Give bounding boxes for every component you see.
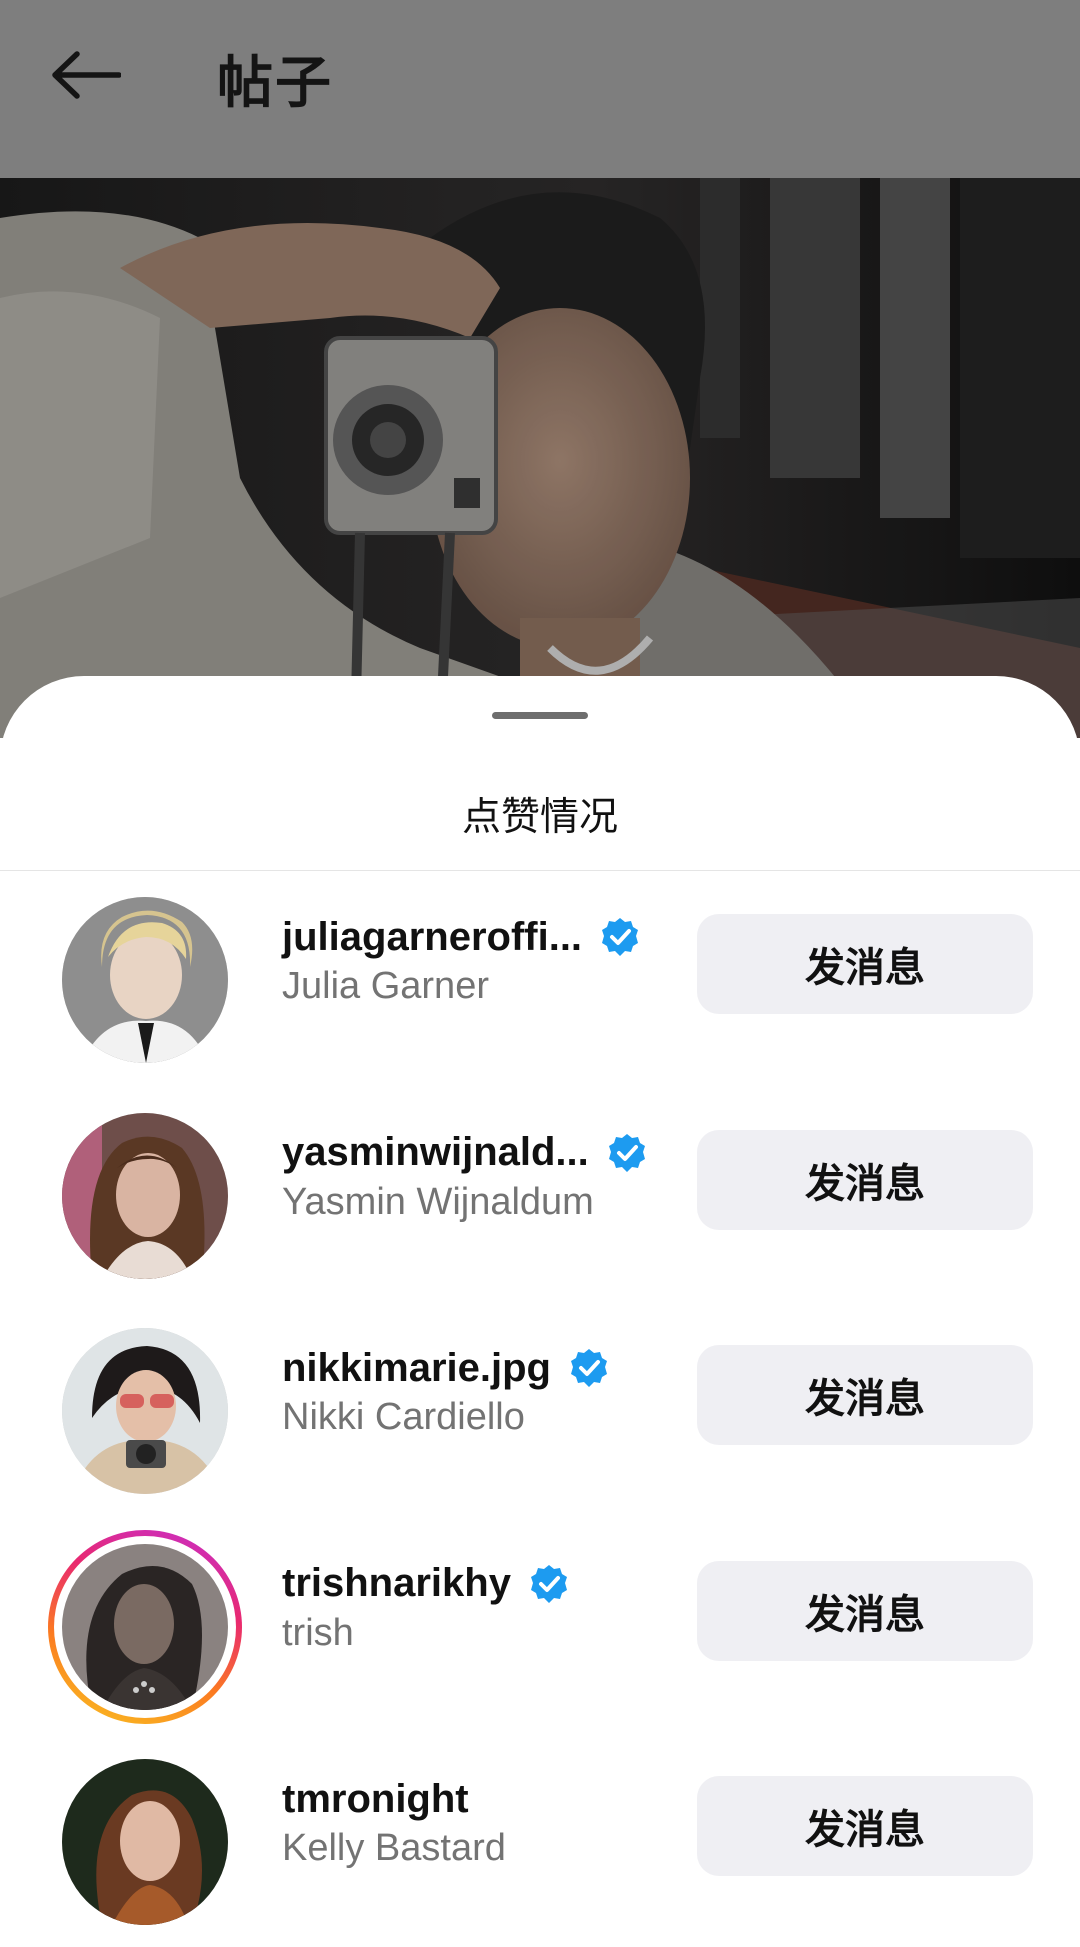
avatar[interactable] <box>62 1328 228 1494</box>
username[interactable]: trishnarikhy <box>282 1561 511 1606</box>
arrow-left-icon <box>52 51 121 99</box>
drag-handle[interactable] <box>492 712 588 719</box>
full-name: Yasmin Wijnaldum <box>282 1180 594 1223</box>
full-name: trish <box>282 1611 354 1654</box>
message-button[interactable]: 发消息 <box>697 1776 1033 1876</box>
list-item[interactable]: tmronight Kelly Bastard 发消息 <box>0 1731 1080 1947</box>
verified-badge-icon <box>608 1133 645 1172</box>
list-item[interactable]: trishnarikhy trish 发消息 <box>0 1516 1080 1732</box>
full-name: Nikki Cardiello <box>282 1396 525 1438</box>
back-button[interactable] <box>40 40 130 110</box>
user-info: yasminwijnald... Yasmin Wijnaldum <box>282 1125 682 1224</box>
username[interactable]: nikkimarie.jpg <box>282 1346 551 1391</box>
user-info: nikkimarie.jpg Nikki Cardiello <box>282 1340 682 1439</box>
avatar[interactable] <box>62 1112 228 1279</box>
page-title: 帖子 <box>217 51 333 116</box>
message-button[interactable]: 发消息 <box>697 1345 1033 1445</box>
verified-badge-icon <box>602 918 639 956</box>
username[interactable]: tmronight <box>282 1777 469 1822</box>
username[interactable]: yasminwijnald... <box>282 1130 589 1175</box>
verified-badge-icon <box>530 1564 567 1603</box>
sheet-title: 点赞情况 <box>461 795 618 840</box>
avatar[interactable] <box>62 1759 228 1925</box>
likes-bottom-sheet: 点赞情况 juliagarneroffi... Julia Garner 发消息… <box>0 676 1080 1931</box>
list-item[interactable]: juliagarneroffi... Julia Garner 发消息 <box>0 869 1080 1085</box>
user-info: trishnarikhy trish <box>282 1556 682 1655</box>
likes-list: juliagarneroffi... Julia Garner 发消息 yasm… <box>0 869 1080 1947</box>
full-name: Julia Garner <box>282 965 489 1007</box>
post-image <box>0 178 1080 738</box>
avatar-story-ring[interactable] <box>48 1529 242 1724</box>
message-button[interactable]: 发消息 <box>697 1560 1033 1661</box>
user-info: juliagarneroffi... Julia Garner <box>282 909 682 1008</box>
top-app-bar: 帖子 <box>0 0 1080 178</box>
message-button[interactable]: 发消息 <box>697 1129 1033 1230</box>
list-item[interactable]: nikkimarie.jpg Nikki Cardiello 发消息 <box>0 1300 1080 1516</box>
avatar[interactable] <box>62 897 228 1063</box>
full-name: Kelly Bastard <box>282 1827 506 1869</box>
user-info: tmronight Kelly Bastard <box>282 1771 682 1870</box>
verified-badge-icon <box>570 1349 607 1387</box>
list-item[interactable]: yasminwijnald... Yasmin Wijnaldum 发消息 <box>0 1085 1080 1301</box>
message-button[interactable]: 发消息 <box>697 914 1033 1014</box>
username[interactable]: juliagarneroffi... <box>282 915 582 960</box>
